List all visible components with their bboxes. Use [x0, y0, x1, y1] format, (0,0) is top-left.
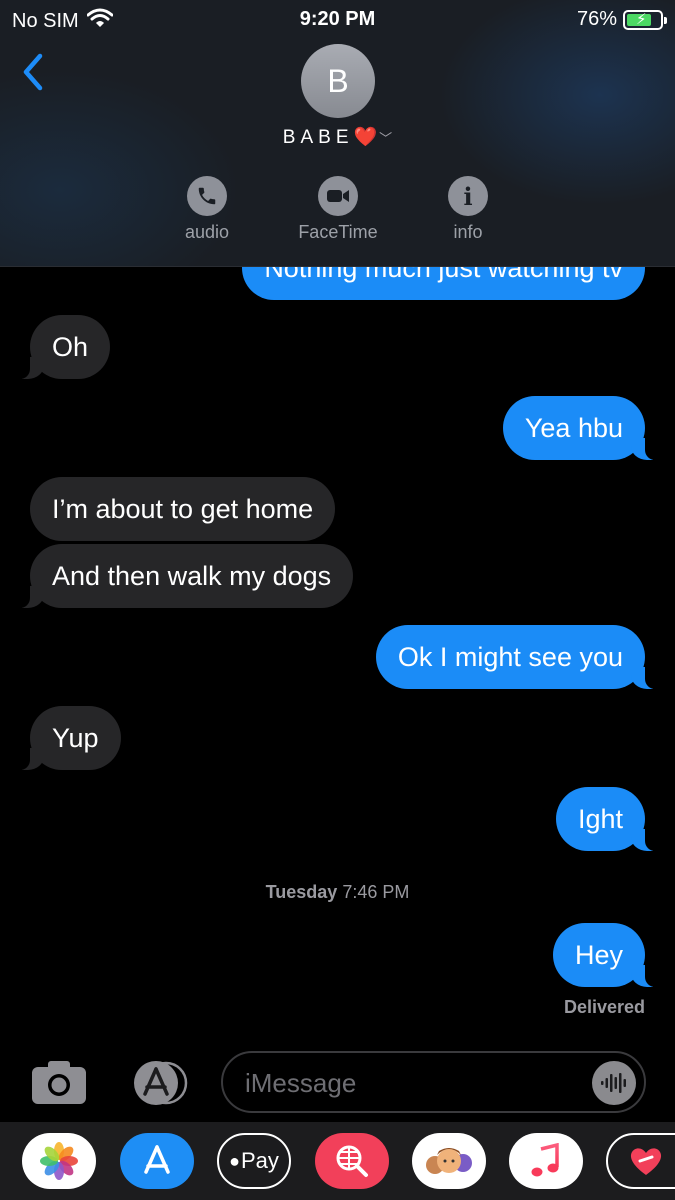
timestamp-day: Tuesday — [265, 882, 338, 902]
app-store-icon — [134, 1061, 188, 1105]
app-drawer: ● Pay — [0, 1122, 675, 1200]
facetime-button[interactable]: FaceTime — [283, 176, 393, 243]
info-label: info — [453, 222, 483, 242]
photos-app[interactable] — [22, 1133, 96, 1189]
app-store-app[interactable] — [120, 1133, 194, 1189]
contact-name-button[interactable]: BABE❤️ ﹀ — [0, 125, 675, 149]
search-images-app[interactable] — [315, 1133, 389, 1189]
memoji-app[interactable] — [412, 1133, 486, 1189]
digital-touch-app[interactable] — [606, 1133, 675, 1189]
message-outgoing[interactable]: Ight — [555, 787, 660, 851]
contact-name: BABE — [282, 127, 354, 148]
apple-pay-app[interactable]: ● Pay — [217, 1133, 291, 1189]
globe-search-icon — [336, 1145, 368, 1177]
info-icon: i — [448, 176, 488, 216]
message-incoming[interactable]: Oh — [15, 315, 111, 379]
music-note-icon — [531, 1143, 559, 1177]
chevron-down-icon: ﹀ — [379, 131, 393, 146]
timestamp: Tuesday 7:46 PM — [0, 882, 675, 903]
message-outgoing[interactable]: Yea hbu — [502, 396, 660, 460]
camera-button[interactable] — [30, 1058, 88, 1106]
avatar-initial: B — [327, 62, 349, 99]
clock: 9:20 PM — [299, 8, 376, 30]
photos-icon — [40, 1142, 78, 1180]
chevron-left-icon — [23, 53, 43, 91]
message-outgoing[interactable]: Hey — [552, 923, 660, 987]
audio-message-button[interactable] — [592, 1061, 636, 1105]
audio-label: audio — [184, 222, 230, 242]
camera-icon — [32, 1061, 86, 1104]
facetime-label: FaceTime — [298, 222, 378, 242]
heart-touch-icon — [630, 1148, 662, 1175]
memoji-icon — [426, 1148, 472, 1174]
battery-icon: ⚡ — [623, 9, 667, 30]
audio-call-button[interactable]: audio — [167, 176, 247, 243]
phone-icon — [187, 176, 227, 216]
battery-percent: 76% — [576, 8, 617, 30]
app-store-icon — [144, 1145, 170, 1174]
message-incoming[interactable]: I’m about to get home — [30, 477, 336, 541]
delivered-status: Delivered — [563, 997, 645, 1017]
avatar[interactable]: B — [301, 44, 375, 118]
message-incoming[interactable]: Yup — [16, 706, 121, 770]
music-app[interactable] — [509, 1133, 583, 1189]
conversation-header: No SIM 9:20 PM 76% ⚡ B BABE❤️ ﹀ audio Fa… — [0, 0, 675, 267]
apple-pay-label: Pay — [240, 1148, 279, 1173]
back-button[interactable] — [18, 50, 50, 94]
message-incoming[interactable]: And then walk my dogs — [15, 544, 354, 608]
heart-emoji: ❤️ — [353, 127, 378, 148]
video-icon — [318, 176, 358, 216]
app-store-button[interactable] — [126, 1060, 190, 1106]
apple-logo-icon: ● — [229, 1150, 240, 1171]
timestamp-time: 7:46 PM — [342, 882, 410, 902]
waveform-icon — [601, 1073, 626, 1093]
status-bar: No SIM 9:20 PM 76% ⚡ — [0, 6, 675, 34]
info-button[interactable]: i info — [428, 176, 508, 243]
imessage-input[interactable] — [245, 1063, 585, 1103]
message-outgoing[interactable]: Ok I might see you — [375, 625, 660, 689]
message-composer[interactable] — [221, 1051, 646, 1113]
